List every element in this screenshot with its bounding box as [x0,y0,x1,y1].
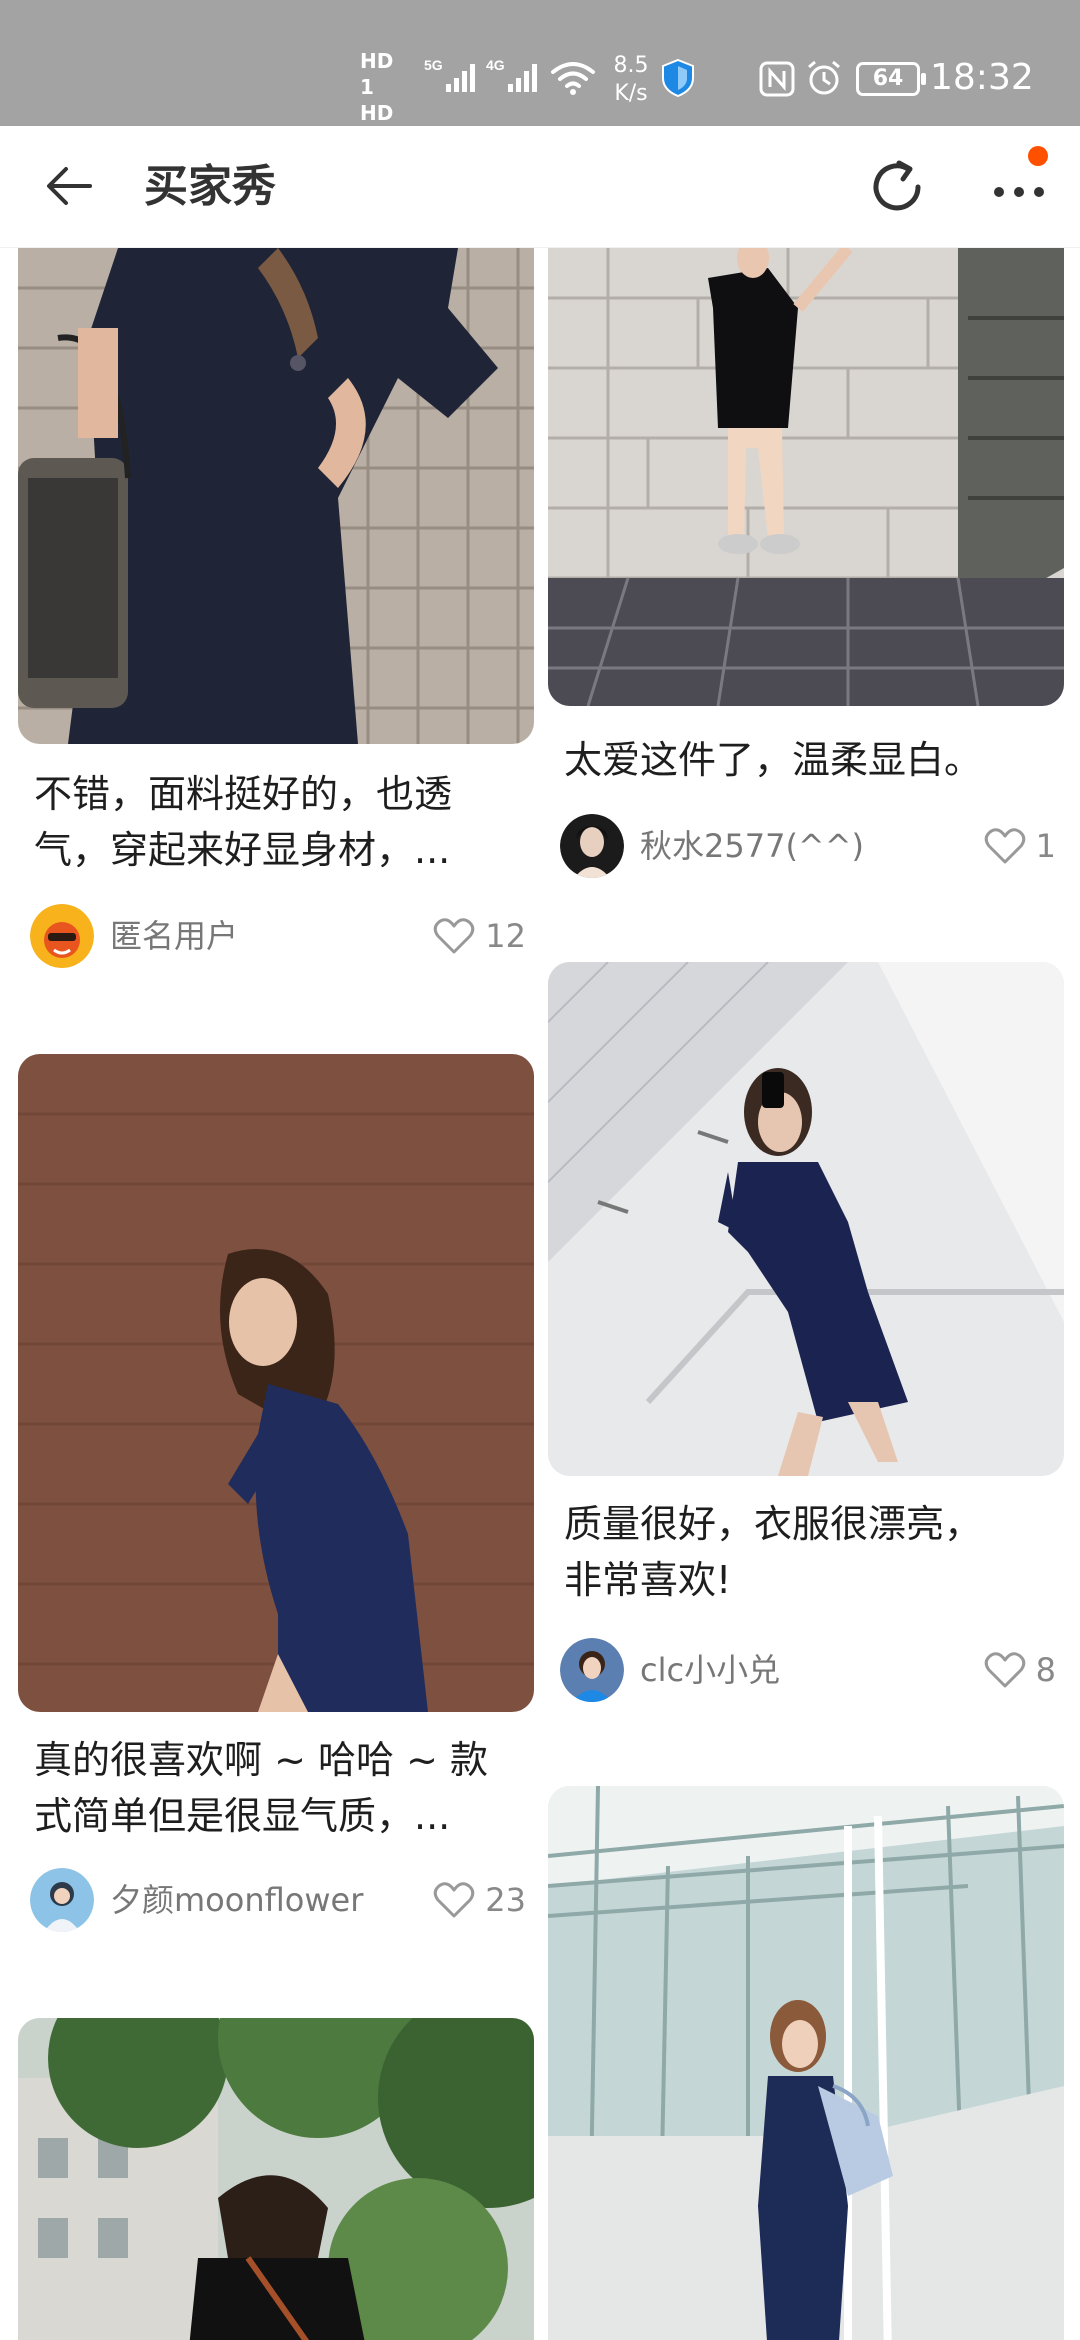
page-title: 买家秀 [144,161,276,212]
battery-icon: 64 [856,62,926,96]
review-meta: 匿名用户 12 [30,904,526,968]
notification-dot [1028,146,1048,166]
clock: 18:32 [930,57,1034,98]
heart-icon [434,1882,475,1918]
network-speed: 8.5 K/s [606,52,656,108]
review-caption: 质量很好，衣服很漂亮， 非常喜欢! [564,1496,1048,1608]
review-card[interactable]: 不错，面料挺好的，也透 气，穿起来好显身材，... 匿名用户 12 [18,248,534,988]
review-photo[interactable] [18,248,534,744]
heart-icon [984,828,1025,864]
wifi-icon [550,58,596,102]
review-card[interactable]: 太爱这件了，温柔显白。 秋水2577(^^) 1 [548,248,1064,898]
review-card[interactable]: 质量很好，衣服很漂亮， 非常喜欢! clc小小兑 8 [548,962,1064,1862]
review-photo[interactable] [18,1054,534,1712]
alarm-icon [804,58,844,98]
heart-icon [984,1652,1025,1688]
like-count: 8 [1035,1651,1056,1689]
like-count: 1 [1035,827,1056,865]
review-caption: 真的很喜欢啊 ~ 哈哈 ~ 款 式简单但是很显气质，... [34,1732,518,1844]
caption-line: 真的很喜欢啊 ~ 哈哈 ~ 款 [34,1738,488,1782]
like-count: 23 [485,1881,526,1919]
signal-5g-icon: 5G [424,54,484,98]
avatar[interactable] [560,1638,624,1702]
review-photo[interactable] [548,962,1064,1476]
username[interactable]: 夕颜moonflower [110,1878,363,1922]
like-button[interactable]: 8 [984,1648,1056,1692]
caption-line: 质量很好，衣服很漂亮， [564,1502,983,1546]
username[interactable]: clc小小兑 [640,1648,780,1692]
like-button[interactable]: 12 [433,914,526,958]
arrow-left-icon [47,167,92,205]
review-caption: 不错，面料挺好的，也透 气，穿起来好显身材，... [34,766,518,878]
battery-level: 64 [872,66,904,91]
username[interactable]: 秋水2577(^^) [640,824,864,868]
net2-label: 4G [486,57,505,73]
avatar[interactable] [30,904,94,968]
review-caption: 太爱这件了，温柔显白。 [564,732,1048,792]
heart-icon [434,918,475,954]
username[interactable]: 匿名用户 [110,914,238,958]
caption-line: 非常喜欢! [564,1558,732,1602]
status-bar: HD 1 HD 2 5G 4G 8.5 K/s [0,0,1080,151]
back-button[interactable] [40,156,100,216]
review-meta: 夕颜moonflower 23 [30,1868,526,1932]
net1-label: 5G [424,57,443,73]
review-meta: clc小小兑 8 [560,1638,1056,1702]
caption-line: 气，穿起来好显身材，... [34,828,451,872]
app-header: 买家秀 [0,126,1080,248]
review-photo[interactable] [548,248,1064,706]
review-photo[interactable] [18,2018,534,2340]
avatar[interactable] [30,1868,94,1932]
hd1-label: HD 1 [360,49,394,99]
buyer-show-feed[interactable]: 不错，面料挺好的，也透 气，穿起来好显身材，... 匿名用户 12 真的很喜欢啊… [0,248,1080,2340]
refresh-icon [873,160,921,211]
speed-unit: K/s [614,81,648,106]
review-meta: 秋水2577(^^) 1 [560,814,1056,878]
speed-value: 8.5 [613,53,649,78]
review-card[interactable] [548,1786,1064,2340]
signal-4g-icon: 4G [486,54,546,98]
caption-line: 不错，面料挺好的，也透 [34,772,453,816]
like-count: 12 [485,917,526,955]
like-button[interactable]: 1 [984,824,1056,868]
nfc-icon [758,60,796,98]
review-card[interactable]: 真的很喜欢啊 ~ 哈哈 ~ 款 式简单但是很显气质，... 夕颜moonflow… [18,1054,534,1964]
avatar[interactable] [560,814,624,878]
refresh-button[interactable] [864,154,930,220]
caption-line: 太爱这件了，温柔显白。 [564,738,983,782]
review-photo[interactable] [548,1786,1064,2340]
review-card[interactable] [18,2018,534,2340]
like-button[interactable]: 23 [433,1878,526,1922]
caption-line: 式简单但是很显气质，... [34,1794,451,1838]
shield-icon [660,58,696,98]
